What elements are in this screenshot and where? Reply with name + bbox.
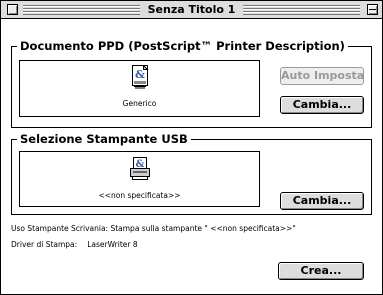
ppd-document-icon: & xyxy=(132,65,149,89)
desktop-printer-utility-window: Senza Titolo 1 Documento PPD (PostScript… xyxy=(0,0,383,295)
printer-driver-value: LaserWriter 8 xyxy=(87,240,138,249)
ppd-group-title: Documento PPD (PostScript™ Printer Descr… xyxy=(17,38,348,54)
collapse-box-icon[interactable] xyxy=(367,4,378,15)
change-ppd-button[interactable]: Cambia... xyxy=(280,96,364,114)
title-bar[interactable]: Senza Titolo 1 xyxy=(1,1,382,19)
auto-setup-button[interactable]: Auto Imposta xyxy=(280,67,364,85)
close-box-icon[interactable] xyxy=(7,4,18,15)
svg-text:&: & xyxy=(135,68,145,81)
change-usb-printer-button[interactable]: Cambia... xyxy=(280,192,364,210)
create-button[interactable]: Crea... xyxy=(278,262,364,280)
ppd-icon-label: Generico xyxy=(122,99,157,108)
printer-document-icon: & xyxy=(130,157,150,180)
usb-icon-label: <<non specificata>> xyxy=(98,191,181,200)
usb-group-title: Selezione Stampante USB xyxy=(17,131,191,147)
window-title: Senza Titolo 1 xyxy=(139,2,244,17)
printer-driver-label: Driver di Stampa: xyxy=(11,240,78,249)
printer-driver-line: Driver di Stampa: LaserWriter 8 xyxy=(11,240,138,250)
desktop-printer-usage-text: Uso Stampante Scrivania: Stampa sulla st… xyxy=(11,224,296,233)
